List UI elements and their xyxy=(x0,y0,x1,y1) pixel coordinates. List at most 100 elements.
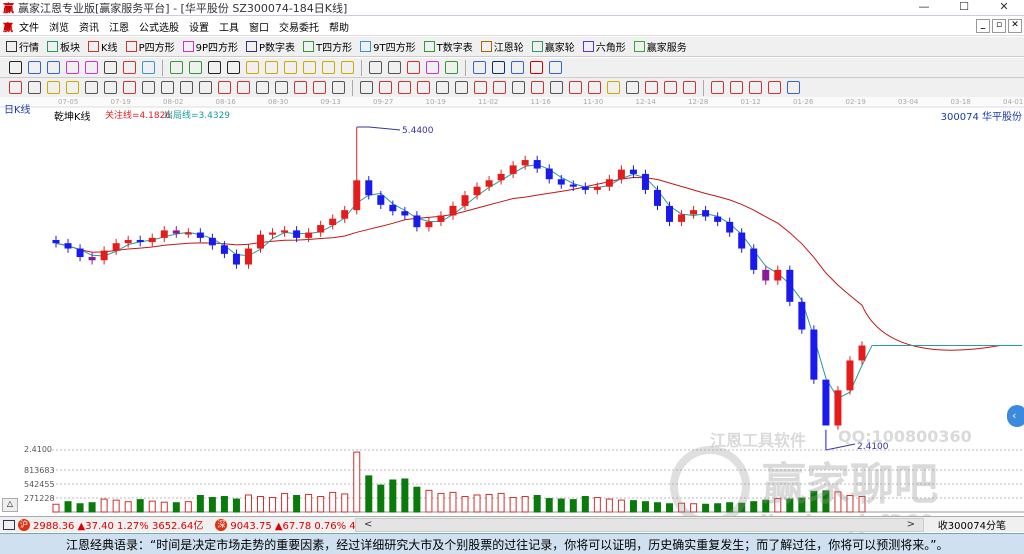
candle-body xyxy=(293,230,301,238)
status-bar: 沪 2988.36 ▲37.40 1.27% 3652.64亿 深 9043.7… xyxy=(0,516,1024,532)
date-tick: 03-04 xyxy=(898,98,919,106)
candle-body xyxy=(798,301,806,330)
tick-caption[interactable]: 收300074分笔 xyxy=(938,517,1006,532)
volume-bar xyxy=(533,494,541,513)
high-label: 5.4400 xyxy=(402,126,434,136)
volume-bar xyxy=(461,496,469,513)
ma-fast-line xyxy=(55,164,1022,400)
volume-bar xyxy=(581,496,589,513)
volume-bar xyxy=(437,492,445,513)
candle-body xyxy=(232,253,240,265)
volume-bar xyxy=(160,501,168,513)
candle-body xyxy=(666,205,674,222)
candle-body xyxy=(810,329,818,380)
volume-bar xyxy=(100,498,108,513)
date-tick: 11-16 xyxy=(531,98,552,106)
candle-body xyxy=(64,243,72,249)
candle-body xyxy=(702,210,710,217)
candle-body xyxy=(846,360,854,391)
high-pointer xyxy=(356,126,401,131)
volume-bar xyxy=(281,492,289,513)
volume-bar xyxy=(834,491,842,513)
date-tick: 08-16 xyxy=(216,98,237,106)
volume-bar xyxy=(317,496,325,513)
indicator-line1: 关注线=4.1826 xyxy=(105,111,172,121)
volume-bar xyxy=(557,498,565,513)
candle-body xyxy=(653,189,661,206)
date-tick: 12-14 xyxy=(636,98,657,106)
candle-body xyxy=(377,195,385,205)
volume-tick: 271228 xyxy=(24,494,55,503)
candle-body xyxy=(714,216,722,222)
volume-bar xyxy=(413,486,421,513)
candle-body xyxy=(641,173,649,190)
volume-bar xyxy=(52,503,60,513)
candle-body xyxy=(858,345,866,361)
calculator-icon[interactable] xyxy=(3,519,15,530)
volume-top-label: 2.4100 xyxy=(24,445,52,454)
volume-bar xyxy=(786,498,794,513)
volume-bar xyxy=(329,491,337,513)
scroll-right-button[interactable]: > xyxy=(907,519,915,531)
candle-body xyxy=(52,239,60,244)
stock-label: 300074 华平股份 xyxy=(940,112,1022,123)
volume-bar xyxy=(232,498,240,513)
candle-body xyxy=(557,179,565,185)
candle-body xyxy=(425,221,433,228)
volume-tick: 813683 xyxy=(24,466,55,475)
volume-bar xyxy=(629,500,637,513)
date-tick: 11-30 xyxy=(583,98,603,106)
candle-body xyxy=(244,248,252,265)
volume-bar xyxy=(124,501,132,513)
volume-bar xyxy=(88,502,96,513)
volume-bar xyxy=(425,489,433,513)
candle-body xyxy=(136,239,144,243)
candle-body xyxy=(545,168,553,180)
volume-bar xyxy=(678,502,686,513)
candle-body xyxy=(413,215,421,228)
volume-bar xyxy=(690,503,698,513)
candle-body xyxy=(533,160,541,169)
candle-body xyxy=(473,186,481,196)
candle-body xyxy=(112,243,120,251)
candle-body xyxy=(317,225,325,233)
date-tick: 12-28 xyxy=(688,98,708,106)
side-expand-button[interactable]: ‹ xyxy=(1007,405,1024,427)
volume-bar xyxy=(846,494,854,513)
volume-bar xyxy=(305,493,313,513)
candle-body xyxy=(196,232,204,238)
candle-body xyxy=(485,180,493,187)
candle-body xyxy=(160,230,168,238)
volume-bar xyxy=(774,498,782,513)
volume-tick: 542455 xyxy=(24,480,55,489)
candle-body xyxy=(786,269,794,302)
candle-body xyxy=(341,210,349,219)
volume-bar xyxy=(244,494,252,513)
volume-bar xyxy=(208,497,216,513)
quote-bar: 江恩经典语录：“时间是决定市场走势的重要因素，经过详细研究大市及个别股票的过往记… xyxy=(0,533,1024,554)
volume-bar xyxy=(353,451,361,513)
volume-bar xyxy=(714,503,722,513)
date-tick: 08-02 xyxy=(163,98,183,106)
candle-body xyxy=(690,210,698,215)
date-tick: 11-02 xyxy=(478,98,498,106)
candle-body xyxy=(148,237,156,243)
candle-body xyxy=(762,269,770,281)
volume-bar xyxy=(617,499,625,513)
candle-body xyxy=(269,232,277,235)
shanghai-index[interactable]: 2988.36 ▲37.40 1.27% 3652.64亿 xyxy=(33,517,203,532)
candle-body xyxy=(822,379,830,426)
scroll-left-button[interactable]: < xyxy=(364,519,372,531)
date-axis xyxy=(0,97,1024,107)
volume-bar xyxy=(521,496,529,513)
volume-bar xyxy=(810,490,818,513)
horizontal-scrollbar[interactable]: < > xyxy=(355,517,924,532)
volume-bar xyxy=(257,496,265,513)
candle-body xyxy=(124,239,132,244)
shenzhen-index-icon: 深 xyxy=(215,518,228,531)
kline-chart[interactable]: 07-05 07-19 08-02 08-16 08-30 09-13 09-27 10-19… xyxy=(0,0,1024,516)
volume-bar xyxy=(569,499,577,513)
collapse-volume-button[interactable]: △ xyxy=(2,498,18,512)
date-tick: 03-18 xyxy=(951,98,971,106)
volume-bar xyxy=(377,484,385,513)
